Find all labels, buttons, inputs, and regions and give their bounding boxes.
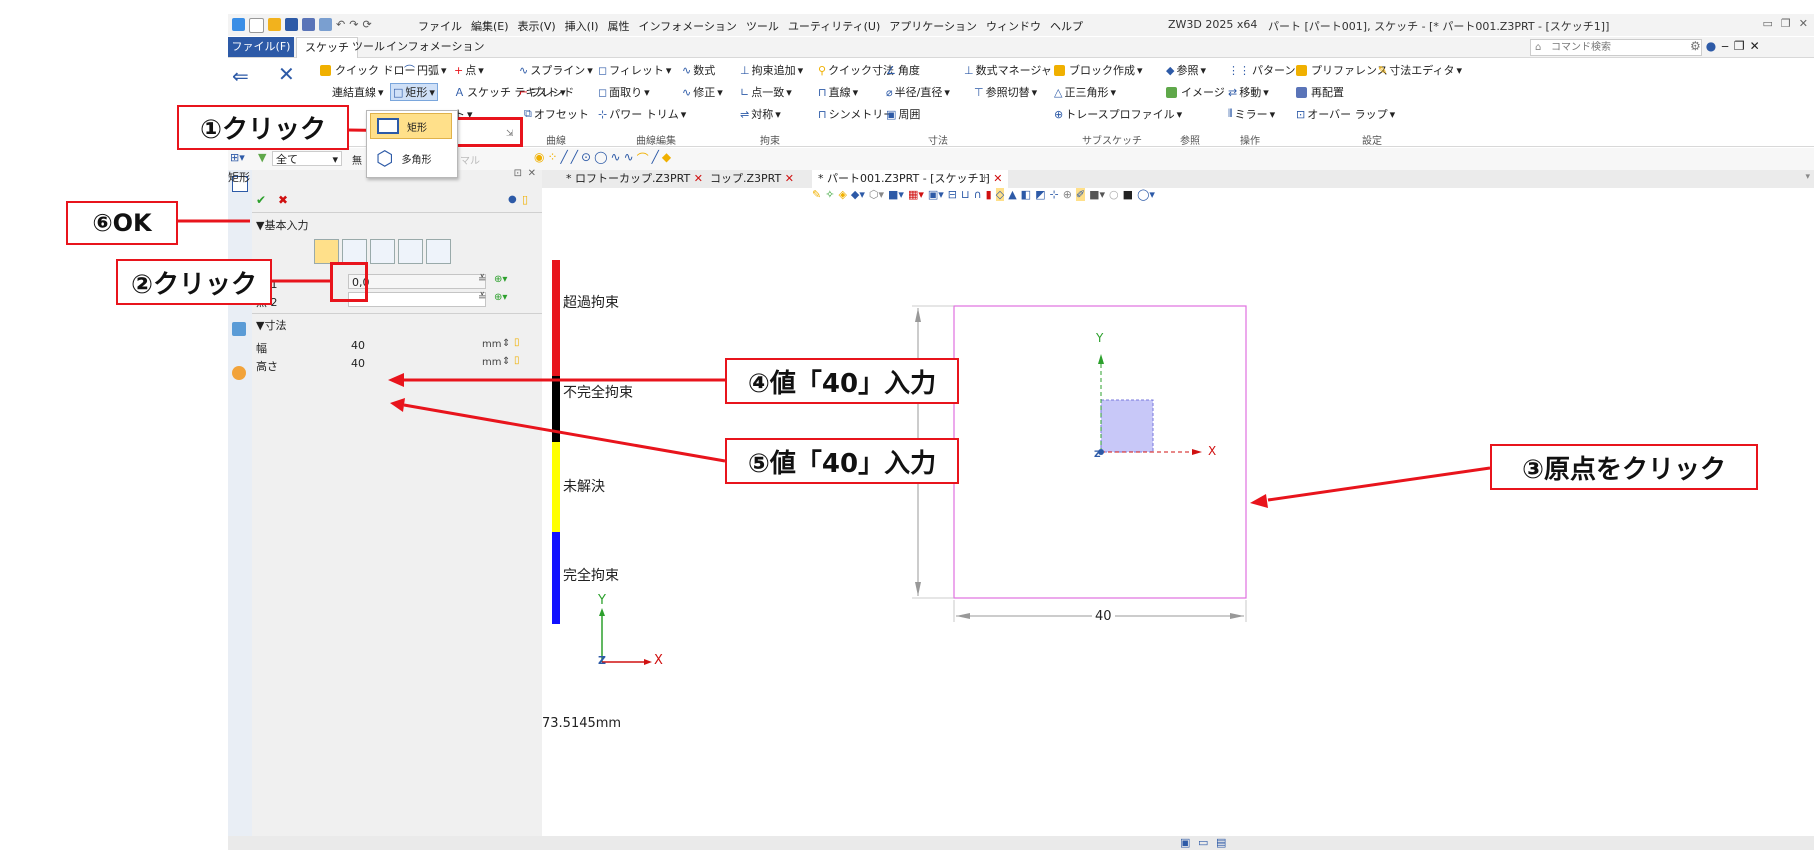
dropdown-item-polygon[interactable]: ⬡ 多角形	[370, 145, 452, 171]
callout-step2: ②クリック	[116, 259, 272, 305]
rectangle-icon	[377, 118, 399, 134]
callout-step4: ④値「40」入力	[725, 358, 959, 404]
polygon-icon: ⬡	[376, 146, 394, 170]
callout-step3: ③原点をクリック	[1490, 444, 1758, 490]
callout-step1: ①クリック	[177, 105, 349, 150]
dropdown-polygon-label: 多角形	[401, 154, 432, 166]
highlight-method-button	[330, 262, 368, 302]
dropdown-rect-label: 矩形	[407, 122, 427, 134]
dropdown-item-rectangle[interactable]: 矩形	[370, 113, 452, 139]
callout-step6: ⑥OK	[66, 201, 178, 245]
rectangle-dropdown: 矩形 ⬡ 多角形	[366, 110, 458, 178]
callout-step5: ⑤値「40」入力	[725, 438, 959, 484]
